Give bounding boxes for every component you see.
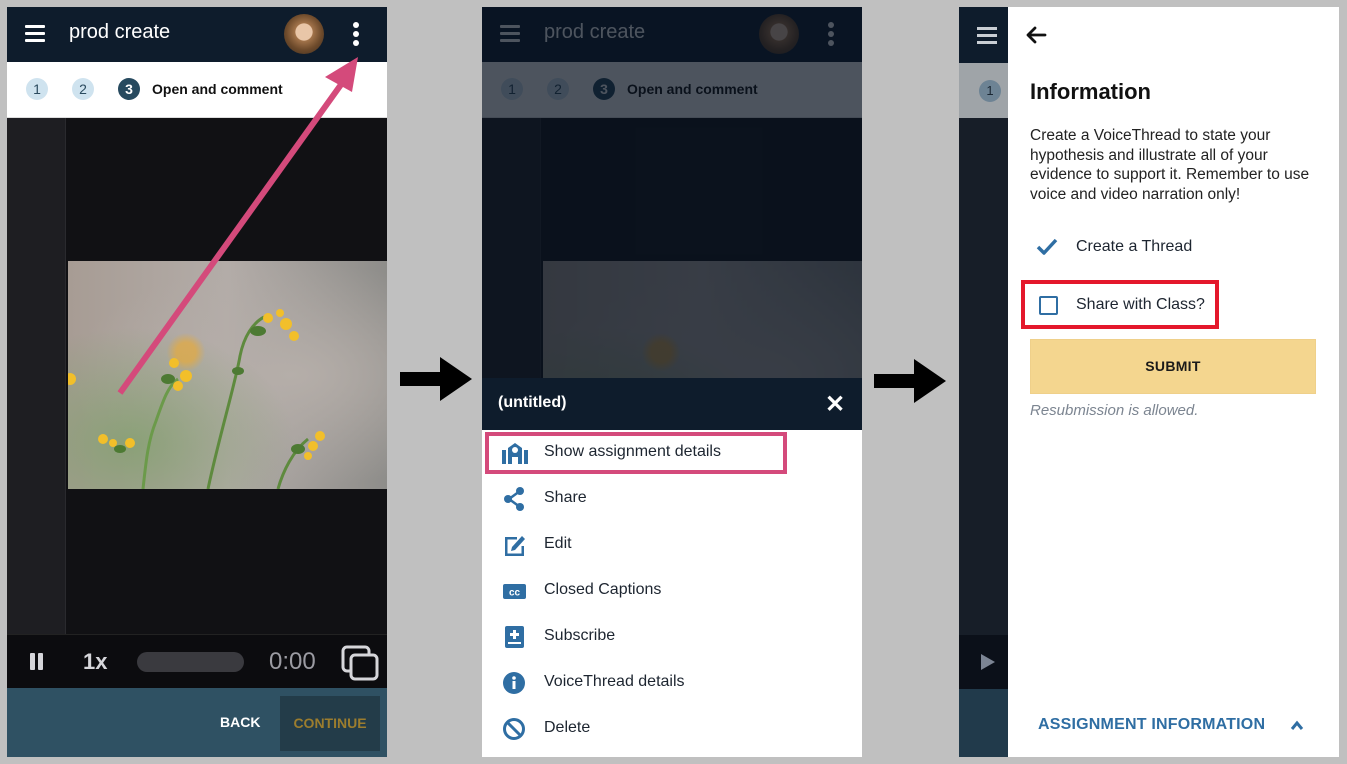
action-menu: Show assignment details Share Edit cc Cl…: [482, 430, 862, 757]
fullscreen-icon[interactable]: [341, 645, 379, 681]
menu-item-label: VoiceThread details: [544, 673, 685, 690]
background-app-strip: 1: [959, 7, 1008, 757]
share-with-class-checkbox[interactable]: [1039, 296, 1058, 315]
step-2[interactable]: 2: [72, 78, 94, 100]
chevron-up-icon[interactable]: [1290, 719, 1304, 731]
task-label: Create a Thread: [1076, 238, 1193, 255]
info-icon: [503, 672, 525, 694]
step-3-label: Open and comment: [152, 81, 283, 97]
delete-icon: [503, 718, 525, 740]
menu-item-share[interactable]: Share: [482, 476, 862, 522]
step-indicator: 1 2 3 Open and comment: [7, 62, 387, 118]
continue-button[interactable]: CONTINUE: [280, 696, 380, 751]
flow-arrow-right-icon: [874, 359, 946, 403]
hamburger-menu-icon: [977, 27, 997, 44]
progress-slider[interactable]: [137, 652, 244, 672]
menu-item-edit[interactable]: Edit: [482, 522, 862, 568]
back-arrow-icon[interactable]: [1024, 23, 1048, 47]
flow-arrow-right-icon: [400, 357, 472, 401]
play-icon: [981, 654, 995, 670]
assignment-information-toggle[interactable]: ASSIGNMENT INFORMATION: [1038, 716, 1265, 734]
menu-item-label: Closed Captions: [544, 581, 662, 598]
menu-header: (untitled) ✕: [482, 378, 862, 430]
step-1: 1: [979, 80, 1001, 102]
menu-item-label: Delete: [544, 719, 591, 736]
background-stepper: 1: [959, 63, 1008, 118]
menu-item-label: Edit: [544, 535, 572, 552]
task-label: Share with Class?: [1076, 296, 1205, 313]
submit-button[interactable]: SUBMIT: [1030, 339, 1316, 394]
pause-icon[interactable]: [30, 653, 46, 671]
avatar[interactable]: [284, 14, 324, 54]
time-readout: 0:00: [269, 648, 316, 675]
screen-menu: prod create 1 2 3 Open and comment (unti…: [482, 7, 862, 757]
more-vertical-icon[interactable]: [352, 22, 360, 48]
edit-icon: [505, 536, 525, 556]
resubmission-note: Resubmission is allowed.: [1030, 402, 1199, 419]
menu-item-label: Share: [544, 489, 587, 506]
hamburger-menu-icon[interactable]: [25, 25, 45, 43]
assignment-description: Create a VoiceThread to state your hypot…: [1030, 127, 1310, 203]
menu-item-closed-captions[interactable]: cc Closed Captions: [482, 568, 862, 614]
step-1[interactable]: 1: [26, 78, 48, 100]
background-top-bar: [959, 7, 1008, 63]
playback-speed-button[interactable]: 1x: [83, 649, 107, 675]
menu-title: (untitled): [498, 394, 567, 411]
subscribe-icon: [505, 626, 524, 648]
flower-image: [68, 261, 387, 489]
screen-assignment-info: 1 Information Create a VoiceThread to st…: [959, 7, 1339, 757]
checkmark-icon: [1036, 238, 1058, 255]
step-3[interactable]: 3: [118, 78, 140, 100]
share-icon: [504, 487, 524, 511]
school-building-icon: [502, 443, 528, 464]
menu-item-show-assignment-details[interactable]: Show assignment details: [482, 430, 862, 476]
background-footer: [959, 689, 1008, 757]
info-title: Information: [1030, 79, 1151, 104]
video-area[interactable]: [7, 118, 387, 634]
menu-item-label: Show assignment details: [544, 443, 721, 460]
player-controls: 1x 0:00: [7, 634, 387, 688]
back-button[interactable]: BACK: [220, 714, 260, 730]
screen-player: prod create 1 2 3 Open and comment 1x 0:…: [7, 7, 387, 757]
svg-text:cc: cc: [509, 588, 521, 599]
background-player: [959, 635, 1008, 689]
menu-item-delete[interactable]: Delete: [482, 706, 862, 752]
app-title: prod create: [69, 21, 171, 43]
menu-item-subscribe[interactable]: Subscribe: [482, 614, 862, 660]
task-create-thread: Create a Thread: [1030, 232, 1320, 262]
bottom-action-bar: BACK CONTINUE: [7, 688, 387, 757]
close-icon[interactable]: ✕: [825, 390, 845, 419]
menu-item-label: Subscribe: [544, 627, 616, 644]
menu-item-voicethread-details[interactable]: VoiceThread details: [482, 660, 862, 706]
task-share-with-class[interactable]: Share with Class?: [1030, 290, 1320, 320]
top-app-bar: prod create: [7, 7, 387, 62]
closed-captions-icon: cc: [503, 584, 526, 599]
slide-sidebar: [7, 118, 66, 634]
assignment-info-drawer: Information Create a VoiceThread to stat…: [1008, 7, 1339, 757]
